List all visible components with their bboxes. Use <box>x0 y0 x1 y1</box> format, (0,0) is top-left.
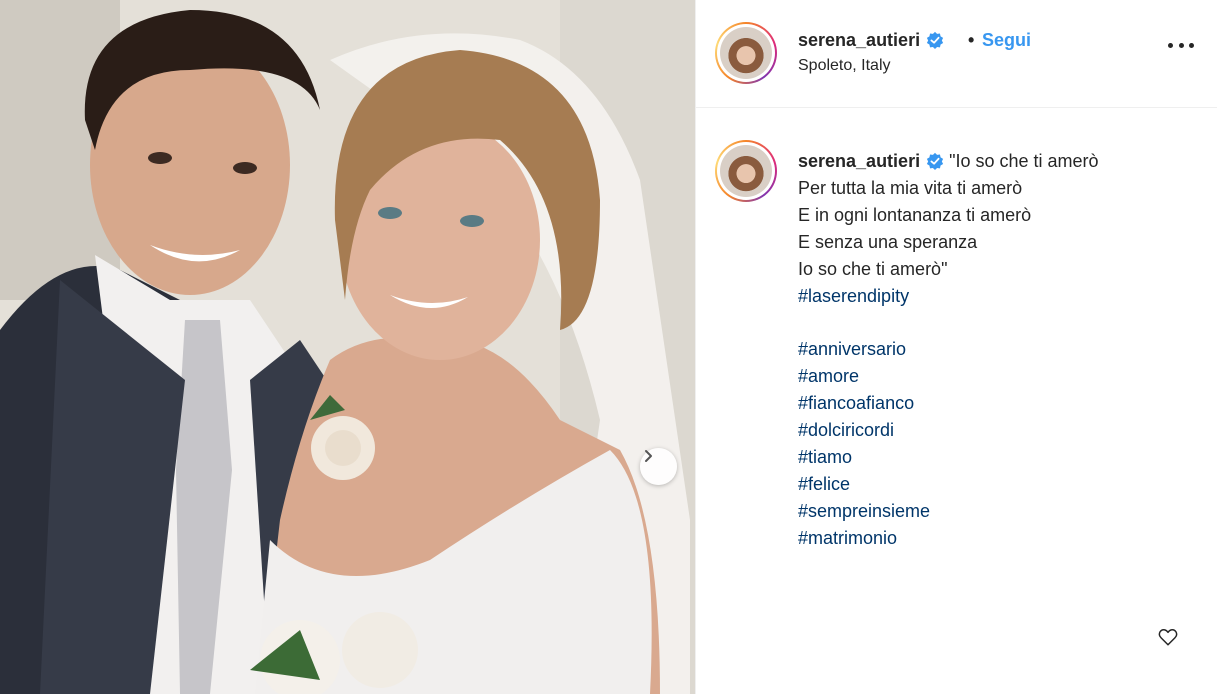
next-photo-button[interactable] <box>640 448 677 485</box>
hashtag-link[interactable]: #sempreinsieme <box>798 498 1198 525</box>
hashtag-link[interactable]: #anniversario <box>798 336 1198 363</box>
heart-icon[interactable] <box>1157 626 1179 648</box>
hashtag-link[interactable]: #laserendipity <box>798 283 1198 310</box>
post-photo[interactable] <box>0 0 695 694</box>
wedding-photo-illustration <box>0 0 695 694</box>
post-header: serena_autieri • Segui Spoleto, Italy <box>696 0 1217 108</box>
hashtag-link[interactable]: #felice <box>798 471 1198 498</box>
hashtag-link[interactable]: #matrimonio <box>798 525 1198 552</box>
caption-first-line: serena_autieri "Io so che ti amerò <box>798 148 1198 175</box>
follow-button[interactable]: Segui <box>982 30 1031 51</box>
caption-text: serena_autieri "Io so che ti amerò Per t… <box>798 148 1198 552</box>
verified-badge-icon <box>926 152 944 170</box>
caption-line: E in ogni lontananza ti amerò <box>798 204 1032 225</box>
separator-dot: • <box>968 30 975 50</box>
caption-avatar[interactable] <box>715 140 777 202</box>
location-link[interactable]: Spoleto, Italy <box>798 57 891 75</box>
hashtag-link[interactable]: #amore <box>798 363 1198 390</box>
more-options-icon[interactable] <box>1168 40 1194 50</box>
caption-username-link[interactable]: serena_autieri <box>798 151 920 171</box>
hashtag-link[interactable]: #tiamo <box>798 444 1198 471</box>
verified-badge-icon <box>926 31 944 49</box>
caption-line: "Io so che ti amerò <box>949 151 1099 171</box>
hashtag-link[interactable]: #dolciricordi <box>798 417 1198 444</box>
post-side-panel: serena_autieri • Segui Spoleto, Italy se… <box>695 0 1217 694</box>
hashtag-link[interactable]: #fiancoafianco <box>798 390 1198 417</box>
caption-line: Io so che ti amerò" <box>798 258 948 279</box>
chevron-right-icon <box>645 450 652 462</box>
avatar[interactable] <box>715 22 777 84</box>
caption-line: E senza una speranza <box>798 231 978 252</box>
username-link[interactable]: serena_autieri <box>798 30 944 51</box>
username-text: serena_autieri <box>798 30 921 50</box>
caption-line: Per tutta la mia vita ti amerò <box>798 177 1023 198</box>
